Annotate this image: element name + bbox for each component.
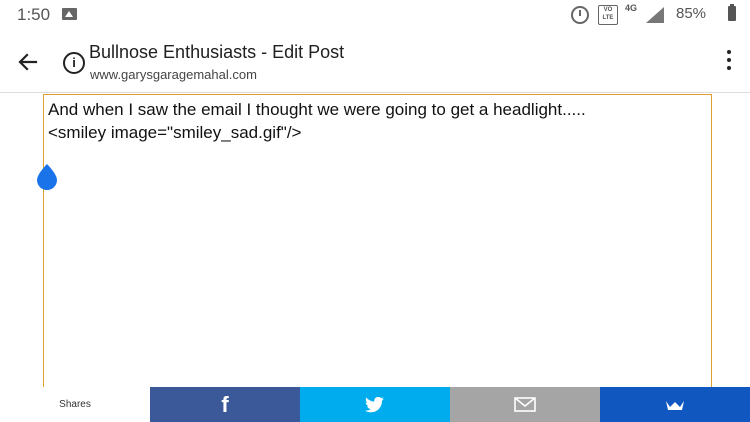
dot-icon xyxy=(727,66,731,70)
screen: 1:50 VO LTE 4G 85% i Bullnose Enthusiast… xyxy=(0,0,750,422)
facebook-share-button[interactable]: f xyxy=(150,387,300,422)
facebook-icon: f xyxy=(221,391,229,417)
twitter-icon xyxy=(365,396,384,412)
browser-app-bar: i Bullnose Enthusiasts - Edit Post www.g… xyxy=(0,30,750,93)
arrow-left-icon xyxy=(18,53,38,71)
more-options-button[interactable] xyxy=(724,50,734,74)
info-icon[interactable]: i xyxy=(63,52,85,74)
twitter-share-button[interactable] xyxy=(300,387,450,422)
status-bar: 1:50 VO LTE 4G 85% xyxy=(0,0,750,30)
status-time: 1:50 xyxy=(17,5,51,24)
battery-percentage: 85% xyxy=(676,5,707,22)
dot-icon xyxy=(727,58,731,62)
email-share-button[interactable] xyxy=(450,387,600,422)
mail-icon xyxy=(514,397,536,412)
page-title: Bullnose Enthusiasts - Edit Post xyxy=(89,42,345,62)
shares-label: Shares xyxy=(0,387,150,422)
page-url: www.garysgaragemahal.com xyxy=(90,67,257,82)
share-bar: Shares f xyxy=(0,387,750,422)
post-body-text[interactable]: And when I saw the email I thought we we… xyxy=(48,98,705,144)
network-type-icon: 4G xyxy=(624,3,637,13)
post-editor-textarea[interactable]: And when I saw the email I thought we we… xyxy=(43,94,712,388)
signal-icon xyxy=(646,7,664,23)
text-cursor-handle-icon[interactable] xyxy=(35,162,59,190)
dot-icon xyxy=(727,50,731,54)
battery-icon xyxy=(728,4,736,21)
volte-icon: VO LTE xyxy=(598,5,618,25)
crown-icon xyxy=(666,400,684,410)
back-button[interactable] xyxy=(14,48,42,76)
sumo-share-button[interactable] xyxy=(600,387,750,422)
gallery-notification-icon xyxy=(62,8,77,20)
alarm-icon xyxy=(571,6,589,24)
